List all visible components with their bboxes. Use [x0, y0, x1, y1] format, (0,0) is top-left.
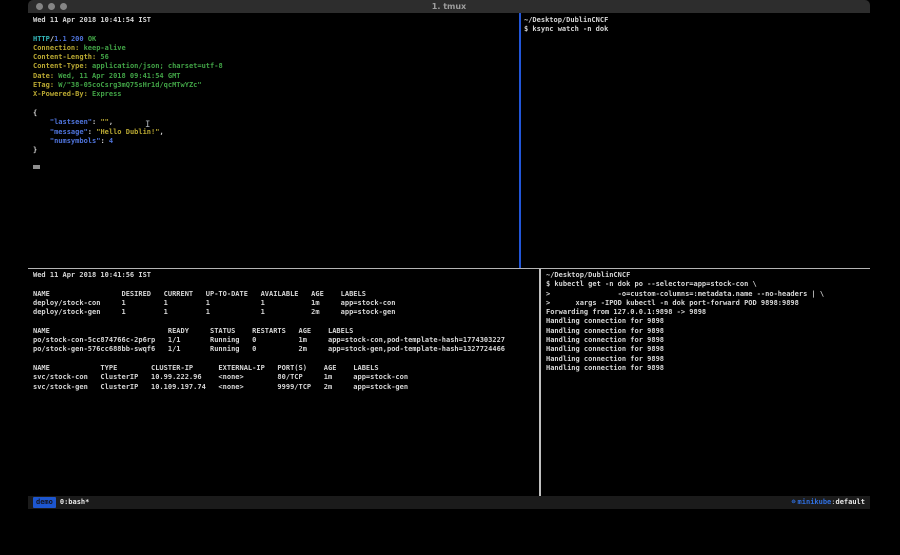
terminal-line: ~/Desktop/DublinCNCF: [524, 16, 870, 25]
terminal-line: "numsymbols": 4: [33, 137, 519, 146]
terminal-line: Handling connection for 9898: [546, 336, 870, 345]
terminal-line: deploy/stock-con 1 1 1 1 1m app=stock-co…: [33, 299, 539, 308]
desktop: 1. tmux Wed 11 Apr 2018 10:41:54 IST HTT…: [0, 0, 900, 555]
terminal-line: Wed 11 Apr 2018 10:41:54 IST: [33, 16, 519, 25]
terminal-line: Wed 11 Apr 2018 10:41:56 IST: [33, 271, 539, 280]
terminal-line: [33, 100, 519, 109]
terminal-line: Handling connection for 9898: [546, 364, 870, 373]
terminal-line: Connection: keep-alive: [33, 44, 519, 53]
window-titlebar: 1. tmux: [28, 0, 870, 13]
terminal-line: NAME READY STATUS RESTARTS AGE LABELS: [33, 327, 539, 336]
terminal-line: Handling connection for 9898: [546, 317, 870, 326]
terminal-line: HTTP/1.1 200 OK: [33, 35, 519, 44]
terminal-line: > -o=custom-columns=:metadata.name --no-…: [546, 290, 870, 299]
port-forward-output: ~/Desktop/DublinCNCF$ kubectl get -n dok…: [546, 271, 870, 373]
terminal-line: svc/stock-con ClusterIP 10.99.222.96 <no…: [33, 373, 539, 382]
terminal-line: Handling connection for 9898: [546, 327, 870, 336]
terminal-line: NAME DESIRED CURRENT UP-TO-DATE AVAILABL…: [33, 290, 539, 299]
terminal-line: NAME TYPE CLUSTER-IP EXTERNAL-IP PORT(S)…: [33, 364, 539, 373]
window-title: 1. tmux: [28, 2, 870, 11]
terminal-line: Handling connection for 9898: [546, 345, 870, 354]
terminal-pane-kubectl-watch[interactable]: Wed 11 Apr 2018 10:41:56 IST NAME DESIRE…: [28, 269, 539, 496]
kubernetes-helm-icon: ☸: [791, 496, 795, 509]
terminal-line: Handling connection for 9898: [546, 355, 870, 364]
terminal-pane-ksync[interactable]: ~/Desktop/DublinCNCF$ ksync watch -n dok: [521, 13, 870, 268]
kube-context-label: minikube: [798, 496, 832, 509]
terminal-line: [33, 317, 539, 326]
terminal-line: "lastseen": "",: [33, 118, 519, 127]
terminal-line: $ ksync watch -n dok: [524, 25, 870, 34]
terminal-cursor: [33, 165, 40, 169]
terminal-line: }: [33, 146, 519, 155]
status-bar-right: ☸ minikube : default: [791, 496, 865, 509]
terminal-line: ~/Desktop/DublinCNCF: [546, 271, 870, 280]
terminal-line: [33, 355, 539, 364]
terminal-line: "message": "Hello Dublin!",: [33, 128, 519, 137]
terminal-line: po/stock-gen-576cc688bb-swqf6 1/1 Runnin…: [33, 345, 539, 354]
window-tab-bash[interactable]: 0:bash*: [60, 496, 90, 509]
terminal-line: po/stock-con-5cc874766c-2p6rp 1/1 Runnin…: [33, 336, 539, 345]
pane-divider-vertical-top[interactable]: [519, 13, 521, 268]
http-response-output: Wed 11 Apr 2018 10:41:54 IST HTTP/1.1 20…: [33, 16, 519, 155]
terminal-line: deploy/stock-gen 1 1 1 1 2m app=stock-ge…: [33, 308, 539, 317]
terminal-line: svc/stock-gen ClusterIP 10.109.197.74 <n…: [33, 383, 539, 392]
terminal-line: {: [33, 109, 519, 118]
terminal-line: Content-Length: 56: [33, 53, 519, 62]
terminal-line: $ kubectl get -n dok po --selector=app=s…: [546, 280, 870, 289]
tmux-status-bar: demo 0:bash* ☸ minikube : default: [28, 496, 870, 509]
session-name-badge: demo: [33, 497, 56, 508]
terminal-line: Content-Type: application/json; charset=…: [33, 62, 519, 71]
pane-divider-horizontal[interactable]: [28, 268, 870, 269]
terminal-line: X-Powered-By: Express: [33, 90, 519, 99]
terminal-pane-port-forward[interactable]: ~/Desktop/DublinCNCF$ kubectl get -n dok…: [541, 269, 870, 496]
terminal-line: [33, 280, 539, 289]
terminal-line: Date: Wed, 11 Apr 2018 09:41:54 GMT: [33, 72, 519, 81]
terminal-pane-http-response[interactable]: Wed 11 Apr 2018 10:41:54 IST HTTP/1.1 20…: [28, 13, 519, 268]
kube-namespace-label: default: [835, 496, 865, 509]
kubectl-watch-output: Wed 11 Apr 2018 10:41:56 IST NAME DESIRE…: [33, 271, 539, 392]
mouse-text-cursor-icon: I: [145, 121, 150, 130]
terminal-line: > xargs -IPOD kubectl -n dok port-forwar…: [546, 299, 870, 308]
terminal-line: ETag: W/"38-05coCsrg3mQ75sHr1d/qcMTwYZc": [33, 81, 519, 90]
status-bar-left: demo 0:bash*: [33, 496, 89, 509]
terminal-line: Forwarding from 127.0.0.1:9898 -> 9898: [546, 308, 870, 317]
pane-divider-vertical-bottom[interactable]: [539, 269, 541, 496]
ksync-output: ~/Desktop/DublinCNCF$ ksync watch -n dok: [524, 16, 870, 35]
terminal-line: [33, 25, 519, 34]
